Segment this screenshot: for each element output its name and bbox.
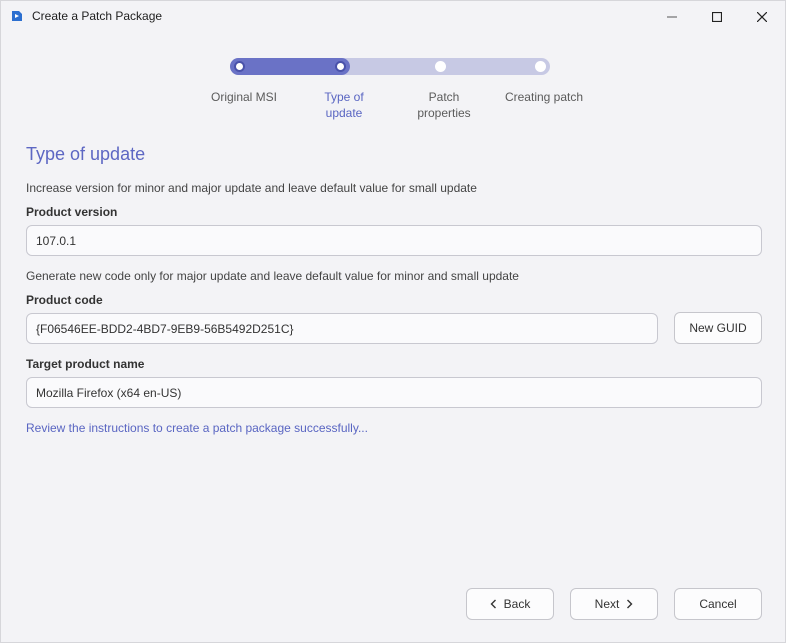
step-dot-patch-properties	[435, 61, 446, 72]
step-label-original-msi: Original MSI	[210, 89, 278, 105]
chevron-right-icon	[627, 599, 633, 609]
product-version-value: 107.0.1	[36, 233, 77, 248]
target-product-name-value: Mozilla Firefox (x64 en-US)	[36, 385, 182, 400]
step-label-text: update	[325, 106, 363, 120]
chevron-left-icon	[490, 599, 496, 609]
wizard-stepper: Original MSI Type of update Patch proper…	[1, 57, 785, 127]
product-version-label: Product version	[26, 205, 118, 219]
back-button[interactable]: Back	[466, 588, 554, 620]
minimize-button[interactable]	[649, 1, 695, 32]
new-guid-button[interactable]: New GUID	[674, 312, 762, 344]
product-code-label: Product code	[26, 293, 103, 307]
close-button[interactable]	[739, 1, 785, 32]
cancel-button[interactable]: Cancel	[674, 588, 762, 620]
step-dot-original-msi	[234, 61, 245, 72]
window-title: Create a Patch Package	[32, 9, 163, 23]
step-label-text: Type of	[324, 90, 364, 104]
step-label-text: Patch	[428, 90, 460, 104]
step-dot-type-of-update	[335, 61, 346, 72]
step-label-text: Original MSI	[210, 90, 278, 104]
cancel-label: Cancel	[699, 597, 737, 611]
next-label: Next	[594, 597, 620, 611]
instructions-link[interactable]: Review the instructions to create a patc…	[26, 421, 368, 435]
back-label: Back	[503, 597, 531, 611]
step-label-patch-properties: Patch properties	[411, 89, 477, 121]
step-label-text: properties	[417, 106, 471, 120]
product-code-field[interactable]: {F06546EE-BDD2-4BD7-9EB9-56B5492D251C}	[26, 313, 658, 344]
minimize-icon	[667, 16, 677, 17]
title-bar: Create a Patch Package	[1, 1, 785, 32]
step-label-text: Creating patch	[504, 90, 584, 104]
new-guid-label: New GUID	[689, 321, 747, 335]
app-icon	[12, 11, 22, 21]
code-hint: Generate new code only for major update …	[26, 269, 519, 283]
stepper-progress	[230, 58, 350, 75]
maximize-icon	[712, 11, 722, 22]
step-label-type-of-update: Type of update	[314, 89, 374, 121]
step-label-creating-patch: Creating patch	[503, 89, 585, 105]
target-product-name-field[interactable]: Mozilla Firefox (x64 en-US)	[26, 377, 762, 408]
target-product-name-label: Target product name	[26, 357, 145, 371]
close-icon	[757, 11, 767, 22]
patch-wizard-window: Create a Patch Package Original MSI Type…	[0, 0, 786, 643]
maximize-button[interactable]	[694, 1, 740, 32]
product-code-value: {F06546EE-BDD2-4BD7-9EB9-56B5492D251C}	[36, 321, 294, 336]
version-hint: Increase version for minor and major upd…	[26, 181, 477, 195]
next-button[interactable]: Next	[570, 588, 658, 620]
step-dot-creating-patch	[535, 61, 546, 72]
product-version-field[interactable]: 107.0.1	[26, 225, 762, 256]
page-title: Type of update	[26, 144, 146, 164]
